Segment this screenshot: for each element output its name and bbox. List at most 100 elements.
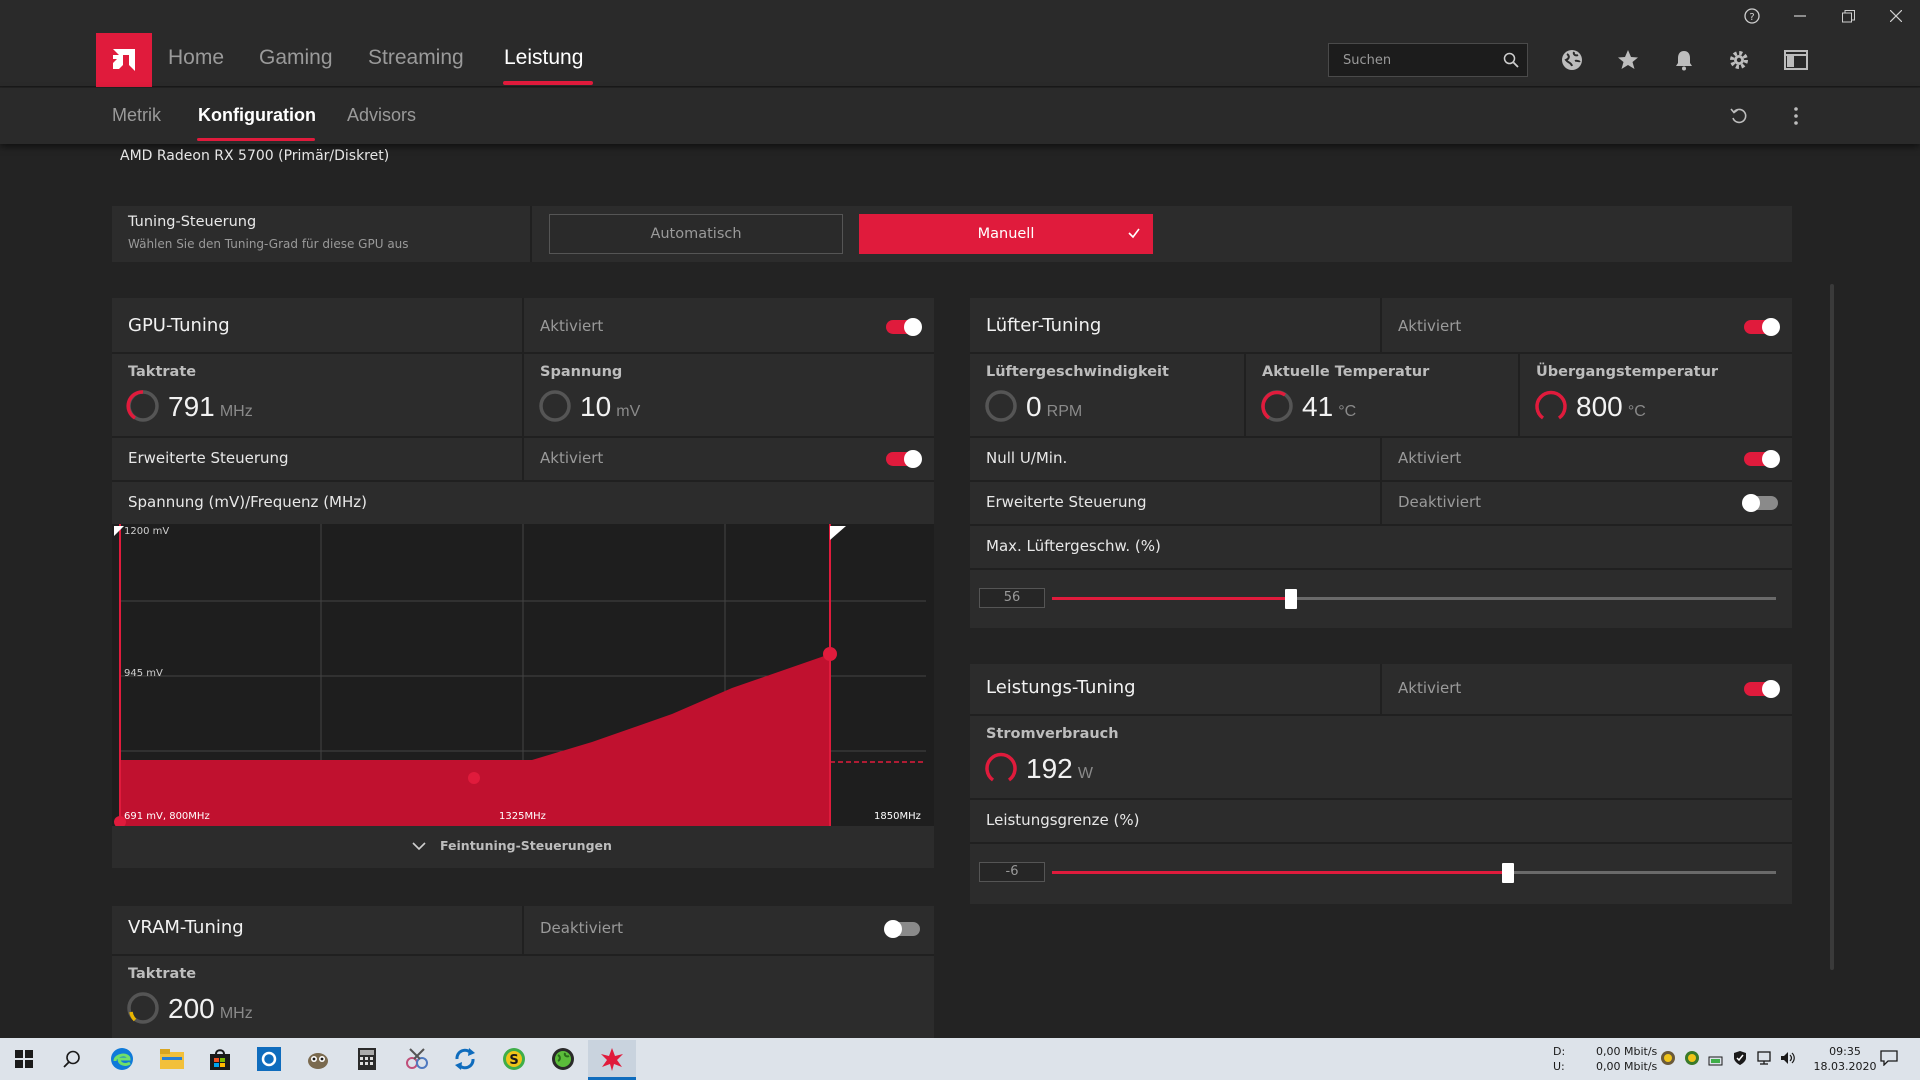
app-s-icon[interactable]: S [490,1040,538,1078]
vf-x-mid-label: 1325MHz [499,811,546,822]
max-fan-speed-label: Max. Lüftergeschw. (%) [986,537,1161,555]
fan-tuning-toggle[interactable] [1744,318,1780,336]
close-icon[interactable] [1872,0,1920,32]
windows-start-icon[interactable] [0,1040,48,1078]
tray-shield-icon[interactable] [1732,1050,1748,1070]
vram-tuning-toggle[interactable] [884,920,920,938]
active-tab-indicator [503,81,593,85]
vf-curve-label: Spannung (mV)/Frequenz (MHz) [128,493,367,511]
power-draw-label: Stromverbrauch [986,726,1119,742]
gpu-voltage-label: Spannung [540,364,623,380]
max-fan-speed-input[interactable]: 56 [979,588,1045,608]
edge-browser-icon[interactable] [98,1040,146,1078]
clock-date[interactable]: 18.03.2020 [1806,1060,1884,1073]
tray-network-icon[interactable] [1756,1050,1772,1070]
tab-metrik[interactable]: Metrik [112,105,161,126]
tuning-control-sublabel: Wählen Sie den Tuning-Grad für diese GPU… [128,237,409,251]
amd-logo-icon[interactable] [96,33,152,87]
divider [970,842,1792,844]
outlook-app-icon[interactable] [245,1040,293,1078]
power-tuning-toggle[interactable] [1744,680,1780,698]
svg-text:S: S [509,1053,518,1068]
current-temp-gauge-icon [1260,389,1296,429]
tray-globe-icon[interactable] [1684,1050,1700,1070]
tab-advisors[interactable]: Advisors [347,105,416,126]
gpu-tuning-title: GPU-Tuning [128,315,230,336]
tray-volume-icon[interactable] [1780,1050,1796,1070]
max-fan-speed-slider-thumb[interactable] [1285,589,1297,609]
gpu-advanced-label: Erweiterte Steuerung [128,449,289,467]
net-upload-rate: 0,00 Mbit/s [1596,1060,1658,1073]
taskbar-search-icon[interactable] [48,1040,96,1078]
divider [522,298,524,438]
tray-app-icon[interactable] [1660,1050,1676,1070]
max-fan-speed-slider-fill [1052,597,1291,600]
power-tuning-status: Aktiviert [1398,679,1462,697]
snipping-tool-icon[interactable] [393,1040,441,1078]
vram-clock-value: 200 [168,993,215,1024]
fine-tuning-toggle[interactable]: Feintuning-Steuerungen [412,838,612,853]
tab-konfiguration[interactable]: Konfiguration [198,105,316,126]
globe-app-icon[interactable] [539,1040,587,1078]
restore-icon[interactable] [1824,0,1872,32]
tab-leistung[interactable]: Leistung [504,46,583,70]
chevron-down-icon [412,841,426,851]
divider [970,568,1792,570]
fan-advanced-label: Erweiterte Steuerung [986,493,1147,511]
power-draw-unit: W [1077,765,1093,782]
vf-curve-graph[interactable]: 1200 mV 945 mV 691 mV, 800MHz 1325MHz 18… [112,524,934,828]
zero-rpm-label: Null U/Min. [986,449,1068,467]
manual-button[interactable]: Manuell [859,214,1153,254]
divider [1380,664,1382,716]
help-icon[interactable]: ? [1728,0,1776,32]
search-input[interactable] [1343,52,1493,68]
tab-streaming[interactable]: Streaming [368,46,464,70]
star-icon[interactable] [1613,45,1643,75]
tab-gaming[interactable]: Gaming [259,46,333,70]
power-limit-label: Leistungsgrenze (%) [986,811,1140,829]
gpu-clock-value: 791 [168,391,215,422]
calculator-icon[interactable] [343,1040,391,1078]
tray-battery-icon[interactable] [1708,1052,1724,1071]
bell-icon[interactable] [1669,45,1699,75]
power-limit-input[interactable]: -6 [979,862,1045,882]
gpu-advanced-toggle[interactable] [886,450,922,468]
zero-rpm-toggle[interactable] [1744,450,1780,468]
tab-home[interactable]: Home [168,46,224,70]
divider [1380,298,1382,352]
layout-icon[interactable] [1781,45,1811,75]
reset-icon[interactable] [1724,101,1754,131]
more-options-icon[interactable] [1781,101,1811,131]
fan-tuning-status: Aktiviert [1398,317,1462,335]
amd-radeon-taskbar-icon[interactable] [588,1040,636,1078]
divider [112,954,934,956]
file-explorer-icon[interactable] [148,1040,196,1078]
store-icon[interactable] [196,1040,244,1078]
fan-advanced-toggle[interactable] [1742,494,1778,512]
gpu-clock-unit: MHz [219,403,253,420]
scrollbar[interactable] [1830,284,1834,970]
net-download-label: D: [1553,1045,1566,1058]
globe-icon[interactable] [1557,45,1587,75]
gpu-tuning-toggle[interactable] [886,318,922,336]
search-icon[interactable] [1503,52,1519,68]
device-name: AMD Radeon RX 5700 (Primär/Diskret) [120,148,390,164]
divider [112,480,934,482]
search-box[interactable] [1328,43,1528,77]
fan-speed-unit: RPM [1046,403,1083,420]
divider [522,436,524,480]
clock-time[interactable]: 09:35 [1820,1045,1870,1058]
notification-center-icon[interactable] [1880,1050,1898,1070]
power-limit-slider-thumb[interactable] [1502,863,1514,883]
gpu-clock-label: Taktrate [128,364,197,380]
vf-y-top-label: 1200 mV [124,526,170,537]
minimize-icon[interactable] [1776,0,1824,32]
gimp-app-icon[interactable] [294,1040,342,1078]
gear-icon[interactable] [1724,45,1754,75]
fan-speed-label: Lüftergeschwindigkeit [986,364,1169,380]
automatic-button[interactable]: Automatisch [549,214,843,254]
vram-tuning-status: Deaktiviert [540,919,624,937]
sync-app-icon[interactable] [441,1040,489,1078]
gpu-tuning-status: Aktiviert [540,317,604,335]
current-temp-unit: °C [1338,403,1357,420]
